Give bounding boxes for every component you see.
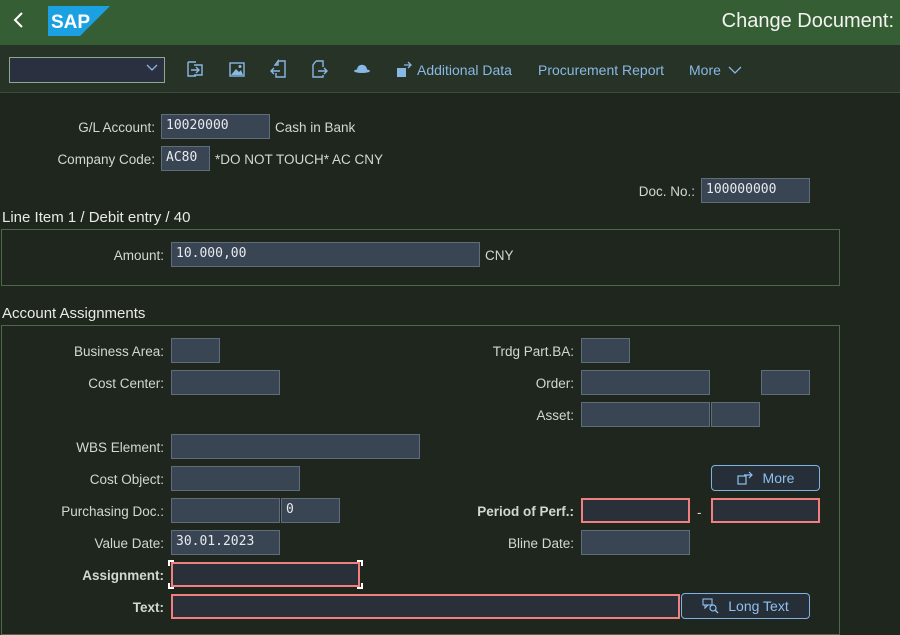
shell-bar: SAP Change Document: (0, 0, 900, 45)
page-title: Change Document: (721, 10, 894, 32)
bline-date-field[interactable] (581, 530, 690, 555)
company-code-field[interactable]: AC80 (161, 146, 210, 171)
account-assignments-title: Account Assignments (2, 305, 146, 322)
business-area-field[interactable] (171, 338, 220, 363)
import-icon[interactable] (185, 59, 205, 79)
trdg-part-ba-field[interactable] (581, 338, 630, 363)
currency: CNY (485, 248, 514, 263)
asset-label: Asset: (536, 408, 574, 423)
more-button-label: More (762, 470, 795, 486)
period-from-field[interactable] (581, 498, 690, 523)
company-code-label: Company Code: (57, 152, 155, 167)
focus-corner (168, 583, 174, 589)
value-date-field[interactable]: 30.01.2023 (171, 530, 280, 555)
chevron-down-icon (146, 64, 158, 71)
gl-account-label: G/L Account: (78, 120, 155, 135)
doc-no-field[interactable]: 100000000 (701, 178, 810, 203)
assignment-field[interactable] (171, 562, 360, 587)
amount-label: Amount: (113, 248, 164, 263)
period-separator: - (697, 505, 702, 520)
document-forward-icon[interactable] (310, 59, 330, 79)
text-field[interactable] (171, 594, 680, 619)
procurement-report-button[interactable]: Procurement Report (538, 62, 664, 78)
order-label: Order: (535, 376, 574, 391)
document-back-icon[interactable] (268, 59, 288, 79)
toolbar: Additional Data Procurement Report More (0, 45, 900, 93)
more-button[interactable]: More (711, 465, 820, 491)
more-menu-label: More (689, 62, 721, 78)
trdg-part-ba-label: Trdg Part.BA: (492, 344, 574, 359)
period-to-field[interactable] (711, 498, 820, 523)
wbs-element-label: WBS Element: (76, 440, 164, 455)
purchasing-doc-item-field[interactable]: 0 (281, 498, 340, 523)
focus-corner (168, 560, 174, 566)
focus-corner (357, 583, 363, 589)
value-date-label: Value Date: (94, 536, 164, 551)
line-item-title: Line Item 1 / Debit entry / 40 (2, 209, 191, 226)
cost-center-label: Cost Center: (88, 376, 164, 391)
hat-icon[interactable] (352, 59, 372, 79)
chevron-left-icon (13, 12, 23, 28)
purchasing-doc-label: Purchasing Doc.: (61, 504, 164, 519)
additional-data-icon (397, 61, 412, 77)
period-of-perf-label: Period of Perf.: (477, 504, 574, 519)
cost-object-field[interactable] (171, 466, 300, 491)
gl-account-description: Cash in Bank (275, 120, 356, 135)
image-icon[interactable] (227, 59, 247, 79)
asset-subnumber-field[interactable] (711, 402, 760, 427)
additional-data-button[interactable]: Additional Data (417, 62, 512, 78)
long-text-search-icon (702, 598, 719, 614)
amount-field[interactable]: 10.000,00 (171, 242, 480, 267)
order-extra-field[interactable] (761, 370, 810, 395)
focus-corner (357, 560, 363, 566)
command-dropdown[interactable] (9, 57, 165, 83)
cost-object-label: Cost Object: (89, 472, 164, 487)
assignment-label: Assignment: (82, 568, 164, 583)
purchasing-doc-field[interactable] (171, 498, 280, 523)
sap-logo[interactable]: SAP (48, 6, 110, 36)
text-label: Text: (132, 600, 164, 615)
chevron-down-icon (728, 66, 742, 74)
open-external-icon (736, 471, 753, 485)
sap-logo-text: SAP (51, 12, 90, 33)
doc-no-label: Doc. No.: (638, 184, 695, 199)
long-text-button-label: Long Text (728, 598, 789, 614)
order-field[interactable] (581, 370, 710, 395)
asset-field[interactable] (581, 402, 710, 427)
long-text-button[interactable]: Long Text (681, 593, 810, 619)
company-code-description: *DO NOT TOUCH* AC CNY (215, 152, 384, 167)
back-button[interactable] (12, 10, 32, 34)
business-area-label: Business Area: (73, 344, 164, 359)
gl-account-field[interactable]: 10020000 (161, 114, 270, 139)
wbs-element-field[interactable] (171, 434, 420, 459)
more-menu-button[interactable]: More (689, 62, 742, 78)
cost-center-field[interactable] (171, 370, 280, 395)
bline-date-label: Bline Date: (507, 536, 574, 551)
